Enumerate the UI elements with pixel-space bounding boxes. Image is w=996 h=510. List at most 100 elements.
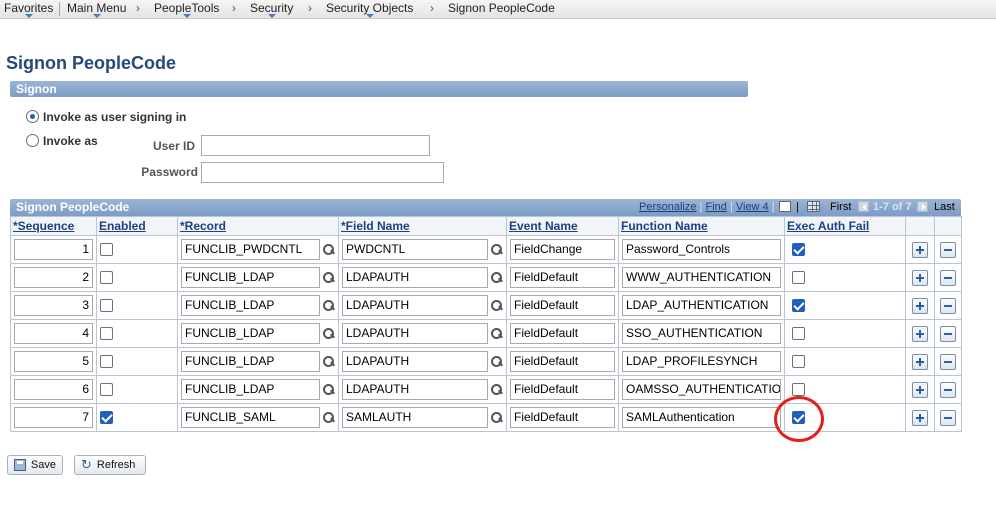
- lookup-icon[interactable]: [322, 243, 335, 256]
- record-input[interactable]: FUNCLIB_LDAP: [181, 323, 320, 344]
- password-input[interactable]: [201, 162, 444, 183]
- enabled-checkbox[interactable]: [100, 411, 113, 424]
- record-input[interactable]: FUNCLIB_LDAP: [181, 351, 320, 372]
- col-function-name[interactable]: Function Name: [618, 216, 785, 236]
- col-sequence[interactable]: *Sequence: [10, 216, 97, 236]
- add-row-icon[interactable]: [912, 353, 928, 370]
- delete-row-icon[interactable]: [940, 325, 956, 342]
- add-row-icon[interactable]: [912, 381, 928, 398]
- sequence-input[interactable]: 7: [14, 407, 93, 428]
- delete-row-icon[interactable]: [940, 297, 956, 314]
- sequence-input[interactable]: 6: [14, 379, 93, 400]
- exec-auth-fail-checkbox[interactable]: [792, 299, 805, 312]
- col-exec-auth-fail[interactable]: Exec Auth Fail: [784, 216, 906, 236]
- enabled-checkbox[interactable]: [100, 299, 113, 312]
- exec-auth-fail-checkbox[interactable]: [792, 271, 805, 284]
- enabled-checkbox[interactable]: [100, 355, 113, 368]
- enabled-checkbox[interactable]: [100, 243, 113, 256]
- find-link[interactable]: Find: [705, 201, 726, 213]
- function-name-input[interactable]: WWW_AUTHENTICATION: [622, 267, 781, 288]
- record-input[interactable]: FUNCLIB_LDAP: [181, 267, 320, 288]
- breadcrumb-main-menu[interactable]: Main Menu: [67, 1, 126, 18]
- breadcrumb-peopletools[interactable]: PeopleTools: [154, 1, 219, 18]
- delete-row-icon[interactable]: [940, 409, 956, 426]
- exec-auth-fail-checkbox[interactable]: [792, 355, 805, 368]
- zoom-icon[interactable]: [779, 201, 791, 212]
- lookup-icon[interactable]: [322, 355, 335, 368]
- add-row-icon[interactable]: [912, 297, 928, 314]
- userid-input[interactable]: [201, 135, 430, 156]
- delete-row-icon[interactable]: [940, 353, 956, 370]
- add-row-icon[interactable]: [912, 269, 928, 286]
- record-input[interactable]: FUNCLIB_PWDCNTL: [181, 239, 320, 260]
- previous-arrow-icon[interactable]: [858, 201, 869, 212]
- lookup-icon[interactable]: [490, 327, 503, 340]
- field-name-input[interactable]: LDAPAUTH: [342, 379, 488, 400]
- download-grid-icon[interactable]: [807, 201, 820, 212]
- view-all-link[interactable]: View 4: [736, 201, 769, 213]
- lookup-icon[interactable]: [322, 271, 335, 284]
- next-arrow-icon[interactable]: [917, 201, 928, 212]
- delete-row-icon[interactable]: [940, 269, 956, 286]
- radio-invoke-as[interactable]: [26, 134, 39, 147]
- event-name-input[interactable]: FieldDefault: [510, 267, 615, 288]
- sequence-input[interactable]: 4: [14, 323, 93, 344]
- add-row-icon[interactable]: [912, 241, 928, 258]
- enabled-checkbox[interactable]: [100, 327, 113, 340]
- exec-auth-fail-checkbox[interactable]: [792, 383, 805, 396]
- function-name-input[interactable]: SSO_AUTHENTICATION: [622, 323, 781, 344]
- col-record[interactable]: *Record: [177, 216, 339, 236]
- save-button[interactable]: Save: [7, 455, 63, 475]
- sequence-input[interactable]: 3: [14, 295, 93, 316]
- lookup-icon[interactable]: [322, 411, 335, 424]
- event-name-input[interactable]: FieldDefault: [510, 295, 615, 316]
- sequence-input[interactable]: 2: [14, 267, 93, 288]
- lookup-icon[interactable]: [490, 355, 503, 368]
- field-name-input[interactable]: LDAPAUTH: [342, 351, 488, 372]
- enabled-checkbox[interactable]: [100, 383, 113, 396]
- radio-invoke-as-user-signing-in[interactable]: [26, 110, 39, 123]
- record-input[interactable]: FUNCLIB_SAML: [181, 407, 320, 428]
- field-name-input[interactable]: LDAPAUTH: [342, 323, 488, 344]
- personalize-link[interactable]: Personalize: [639, 201, 696, 213]
- field-name-input[interactable]: PWDCNTL: [342, 239, 488, 260]
- field-name-input[interactable]: LDAPAUTH: [342, 295, 488, 316]
- record-input[interactable]: FUNCLIB_LDAP: [181, 295, 320, 316]
- lookup-icon[interactable]: [490, 243, 503, 256]
- event-name-input[interactable]: FieldDefault: [510, 407, 615, 428]
- enabled-checkbox[interactable]: [100, 271, 113, 284]
- col-enabled[interactable]: Enabled: [96, 216, 178, 236]
- function-name-input[interactable]: Password_Controls: [622, 239, 781, 260]
- field-name-input[interactable]: SAMLAUTH: [342, 407, 488, 428]
- delete-row-icon[interactable]: [940, 381, 956, 398]
- function-name-input[interactable]: LDAP_PROFILESYNCH: [622, 351, 781, 372]
- breadcrumb-security-objects[interactable]: Security Objects: [326, 1, 413, 18]
- col-field-name[interactable]: *Field Name: [338, 216, 507, 236]
- add-row-icon[interactable]: [912, 409, 928, 426]
- event-name-input[interactable]: FieldChange: [510, 239, 615, 260]
- lookup-icon[interactable]: [490, 411, 503, 424]
- lookup-icon[interactable]: [322, 299, 335, 312]
- event-name-input[interactable]: FieldDefault: [510, 323, 615, 344]
- refresh-button[interactable]: ↻ Refresh: [74, 455, 146, 475]
- lookup-icon[interactable]: [490, 271, 503, 284]
- exec-auth-fail-checkbox[interactable]: [792, 243, 805, 256]
- function-name-input[interactable]: SAMLAuthentication: [622, 407, 781, 428]
- record-input[interactable]: FUNCLIB_LDAP: [181, 379, 320, 400]
- event-name-input[interactable]: FieldDefault: [510, 351, 615, 372]
- breadcrumb-favorites[interactable]: Favorites: [4, 1, 53, 18]
- function-name-input[interactable]: LDAP_AUTHENTICATION: [622, 295, 781, 316]
- add-row-icon[interactable]: [912, 325, 928, 342]
- sequence-input[interactable]: 5: [14, 351, 93, 372]
- delete-row-icon[interactable]: [940, 241, 956, 258]
- event-name-input[interactable]: FieldDefault: [510, 379, 615, 400]
- field-name-input[interactable]: LDAPAUTH: [342, 267, 488, 288]
- function-name-input[interactable]: OAMSSO_AUTHENTICATIO: [622, 379, 781, 400]
- sequence-input[interactable]: 1: [14, 239, 93, 260]
- lookup-icon[interactable]: [322, 327, 335, 340]
- lookup-icon[interactable]: [490, 299, 503, 312]
- col-event-name[interactable]: Event Name: [506, 216, 619, 236]
- lookup-icon[interactable]: [490, 383, 503, 396]
- exec-auth-fail-checkbox[interactable]: [792, 327, 805, 340]
- lookup-icon[interactable]: [322, 383, 335, 396]
